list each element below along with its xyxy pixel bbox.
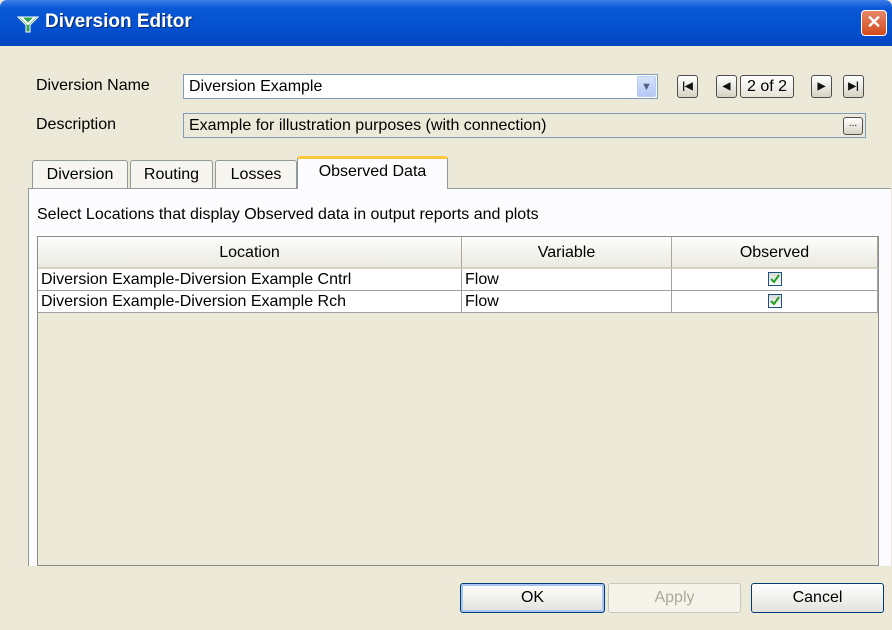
check-icon	[770, 296, 780, 306]
close-button[interactable]: ✕	[861, 10, 887, 36]
diversion-name-dropdown[interactable]: Diversion Example ▼	[183, 74, 658, 99]
diversion-name-label: Diversion Name	[36, 77, 150, 94]
table-row-2-variable[interactable]: Flow	[462, 291, 672, 313]
ok-button[interactable]: OK	[460, 583, 605, 613]
check-icon	[770, 274, 780, 284]
table-row-1-location[interactable]: Diversion Example-Diversion Example Cntr…	[38, 269, 462, 291]
table-row-1-observed[interactable]	[672, 269, 878, 291]
observed-checkbox-1[interactable]	[768, 272, 782, 286]
observed-checkbox-2[interactable]	[768, 294, 782, 308]
diversion-editor-window: Diversion Editor ✕ Diversion Name Divers…	[0, 0, 892, 630]
column-header-location[interactable]: Location	[38, 237, 462, 269]
tab-losses[interactable]: Losses	[215, 160, 297, 188]
next-record-icon: ▶	[817, 81, 826, 92]
previous-record-icon: ◀	[722, 81, 731, 92]
cancel-button[interactable]: Cancel	[751, 583, 884, 613]
chevron-down-icon[interactable]: ▼	[637, 76, 656, 97]
table-row-2-observed[interactable]	[672, 291, 878, 313]
table-row-1-variable[interactable]: Flow	[462, 269, 672, 291]
apply-button[interactable]: Apply	[608, 583, 741, 613]
next-record-button[interactable]: ▶	[811, 75, 832, 98]
first-record-icon: |◀	[682, 81, 693, 92]
description-value: Example for illustration purposes (with …	[189, 117, 547, 134]
diversion-name-value: Diversion Example	[189, 78, 323, 95]
ellipsis-icon: ...	[848, 118, 858, 129]
previous-record-button[interactable]: ◀	[716, 75, 737, 98]
column-header-observed[interactable]: Observed	[672, 237, 878, 269]
title-bar[interactable]: Diversion Editor ✕	[0, 0, 892, 46]
first-record-button[interactable]: |◀	[677, 75, 698, 98]
tab-diversion[interactable]: Diversion	[32, 160, 128, 188]
observed-locations-table: Location Variable Observed Diversion Exa…	[37, 236, 879, 566]
observed-instruction: Select Locations that display Observed d…	[37, 206, 539, 223]
column-header-variable[interactable]: Variable	[462, 237, 672, 269]
last-record-button[interactable]: ▶|	[843, 75, 864, 98]
description-field[interactable]: Example for illustration purposes (with …	[183, 113, 866, 138]
window-title: Diversion Editor	[45, 11, 192, 32]
diversion-app-icon	[17, 16, 39, 33]
table-row-2-location[interactable]: Diversion Example-Diversion Example Rch	[38, 291, 462, 313]
record-position: 2 of 2	[740, 75, 794, 98]
description-label: Description	[36, 116, 117, 133]
description-edit-button[interactable]: ...	[843, 117, 863, 135]
tab-routing[interactable]: Routing	[130, 160, 213, 188]
tab-observed-data[interactable]: Observed Data	[297, 156, 448, 189]
last-record-icon: ▶|	[848, 81, 859, 92]
close-icon: ✕	[866, 12, 882, 32]
